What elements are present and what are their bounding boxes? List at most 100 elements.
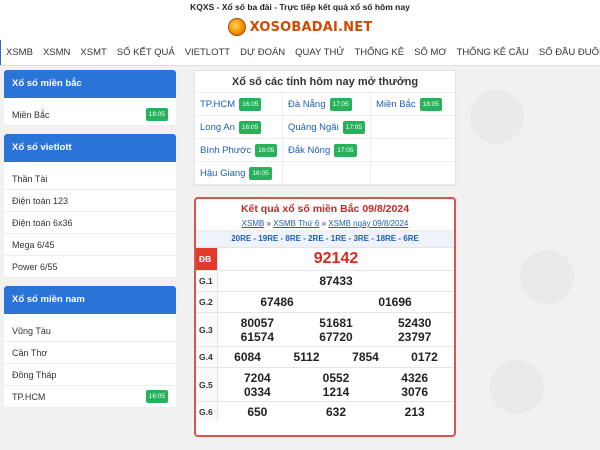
logo[interactable]: XOSOBADAI.NET — [0, 14, 600, 40]
lottery-ball-icon — [227, 18, 246, 36]
prize-label: G.6 — [196, 402, 218, 422]
sidebar-item[interactable]: Power 6/55 — [4, 256, 176, 278]
nav-item[interactable]: VIETLOTT — [180, 40, 235, 65]
prize-label: G.1 — [196, 271, 218, 291]
province-cell[interactable]: TP.HCM 16:05 — [195, 93, 283, 116]
sidebar-item[interactable]: Điện toán 6x36 — [4, 212, 176, 234]
sidebar-item-label: Điện toán 123 — [12, 195, 69, 206]
province-name: Hậu Giang — [200, 167, 246, 179]
prize-number: 52430 — [397, 315, 432, 330]
main-content: Xổ số các tỉnh hôm nay mở thưởng TP.HCM 1… — [194, 70, 457, 437]
time-badge: 17:05 — [329, 97, 352, 111]
sidebar-item[interactable]: Mega 6/45 — [4, 234, 176, 256]
time-badge: 18:05 — [419, 97, 442, 111]
sidebar: Xổ số miền bắc Miền Bắc 18:05 Xổ số vietl… — [4, 70, 176, 416]
sidebar-item-label: Điện toán 6x36 — [12, 217, 73, 228]
sidebar-heading[interactable]: Xổ số miền nam — [4, 286, 176, 314]
breadcrumb-date[interactable]: XSMB ngày 09/8/2024 — [328, 219, 408, 228]
nav-item[interactable]: QUAY THỬ — [290, 40, 349, 65]
prize-label: G.2 — [196, 292, 218, 312]
sidebar-item-label: Thần Tài — [12, 173, 48, 184]
sidebar-item[interactable]: Cần Thơ — [4, 342, 176, 364]
sidebar-item-label: Đồng Tháp — [12, 369, 57, 380]
prize-number: 3076 — [401, 384, 428, 399]
nav-item[interactable]: SỔ MƠ — [409, 40, 451, 65]
breadcrumb: XSMB » XSMB Thứ 6 » XSMB ngày 09/8/2024 — [196, 217, 454, 231]
sidebar-item[interactable]: Điện toán 123 — [4, 190, 176, 212]
prize-number: 6084 — [234, 350, 261, 364]
prize-label: ĐB — [196, 248, 218, 270]
province-cell[interactable]: Đắk Nông 17:05 — [283, 139, 371, 162]
nav-item[interactable]: XSMN — [38, 40, 75, 65]
result-table: Kết quả xổ số miền Bắc 09/8/2024 XSMB » … — [194, 197, 456, 437]
prize-number: 650 — [247, 405, 268, 419]
nav-item[interactable]: XSMB — [1, 40, 38, 65]
province-cell[interactable]: Long An 16:05 — [195, 116, 283, 139]
prize-number: 1214 — [322, 384, 350, 399]
prize-number: 67720 — [319, 329, 353, 344]
province-cell[interactable]: Miền Bắc 18:05 — [371, 93, 457, 116]
time-badge: 16:05 — [238, 120, 262, 134]
prize-number: 0172 — [411, 350, 438, 364]
prize-numbers: 80057 51681 52430 61574 67720 23797 — [218, 313, 454, 346]
special-prize-number: 92142 — [313, 250, 359, 267]
sidebar-item-label: Power 6/55 — [12, 261, 58, 272]
province-name: Quảng Ngãi — [288, 121, 339, 133]
sidebar-item[interactable]: Vũng Tàu — [4, 320, 176, 342]
prize-numbers: 650 632 213 — [218, 402, 454, 422]
province-cell[interactable]: Đà Nẵng 17:05 — [283, 93, 371, 116]
prize-number: 61574 — [240, 329, 275, 344]
prize-number: 0552 — [322, 370, 350, 385]
province-name: TP.HCM — [200, 98, 236, 110]
sidebar-mien-nam: Xổ số miền nam Vũng Tàu Cần Thơ Đồng Tháp T… — [4, 286, 176, 408]
background-ball-decoration — [490, 360, 544, 414]
sidebar-heading[interactable]: Xổ số miền bắc — [4, 70, 176, 98]
prize-row: G.1 87433 — [196, 270, 454, 291]
prize-row: G.6 650 632 213 — [196, 401, 454, 422]
nav-item[interactable]: SỐ ĐẦU ĐUÔI — [534, 40, 600, 65]
prize-row: G.3 80057 51681 52430 61574 67720 23797 — [196, 312, 454, 346]
background-ball-decoration — [470, 90, 524, 144]
nav-item[interactable]: SỐ KẾT QUẢ — [112, 40, 180, 65]
sidebar-heading[interactable]: Xổ số vietlott — [4, 134, 176, 162]
prize-number: 213 — [404, 405, 425, 419]
time-badge: 17:05 — [334, 143, 357, 157]
breadcrumb-separator: » — [321, 219, 327, 228]
main-nav: S XSMBXSMNXSMTSỐ KẾT QUẢVIETLOTTDỰ ĐOÁNQ… — [0, 40, 600, 66]
breadcrumb-weekday[interactable]: XSMB Thứ 6 — [273, 219, 319, 228]
nav-item[interactable]: XSMT — [75, 40, 111, 65]
province-cell[interactable]: Quảng Ngãi 17:05 — [283, 116, 371, 139]
result-title: Kết quả xổ số miền Bắc 09/8/2024 — [240, 203, 410, 215]
prize-label: G.3 — [196, 313, 218, 346]
prize-label: G.4 — [196, 347, 218, 367]
nav-item[interactable]: THỐNG KÊ — [349, 40, 409, 65]
province-cell[interactable]: Bình Phước 16:05 — [195, 139, 283, 162]
sidebar-item[interactable]: TP.HCM 16:05 — [4, 386, 176, 408]
time-badge: 16:05 — [239, 97, 262, 111]
prize-row: ĐB 92142 — [196, 247, 454, 270]
prize-number: 23797 — [397, 329, 432, 344]
province-name: Đà Nẵng — [288, 98, 326, 110]
prize-number: 87433 — [319, 274, 353, 288]
prize-numbers: 7204 0552 4326 0334 1214 3076 — [218, 368, 454, 401]
today-draws-panel: Xổ số các tỉnh hôm nay mở thưởng TP.HCM 1… — [194, 70, 457, 186]
prize-numbers: 67486 01696 — [218, 292, 454, 312]
nav-item[interactable]: THỐNG KÊ CẦU — [452, 40, 534, 65]
sidebar-item[interactable]: Thần Tài — [4, 168, 176, 190]
prize-numbers: 87433 — [218, 271, 454, 291]
sidebar-mien-bac: Xổ số miền bắc Miền Bắc 18:05 — [4, 70, 176, 126]
breadcrumb-separator: » — [266, 219, 271, 228]
breadcrumb-xsmb[interactable]: XSMB — [242, 219, 265, 228]
prize-label: G.5 — [196, 368, 218, 401]
prize-number: 80057 — [240, 315, 275, 330]
sidebar-item[interactable]: Miền Bắc 18:05 — [4, 104, 176, 126]
prize-number: 7204 — [243, 370, 271, 385]
sidebar-item[interactable]: Đồng Tháp — [4, 364, 176, 386]
prize-number: 4326 — [401, 370, 428, 385]
empty-cell — [283, 162, 371, 185]
province-cell[interactable]: Hậu Giang 16:05 — [195, 162, 283, 185]
nav-item[interactable]: DỰ ĐOÁN — [235, 40, 290, 65]
prize-numbers: 92142 — [218, 248, 454, 270]
time-badge: 16:05 — [249, 166, 272, 180]
sidebar-item-label: Cần Thơ — [12, 347, 48, 358]
